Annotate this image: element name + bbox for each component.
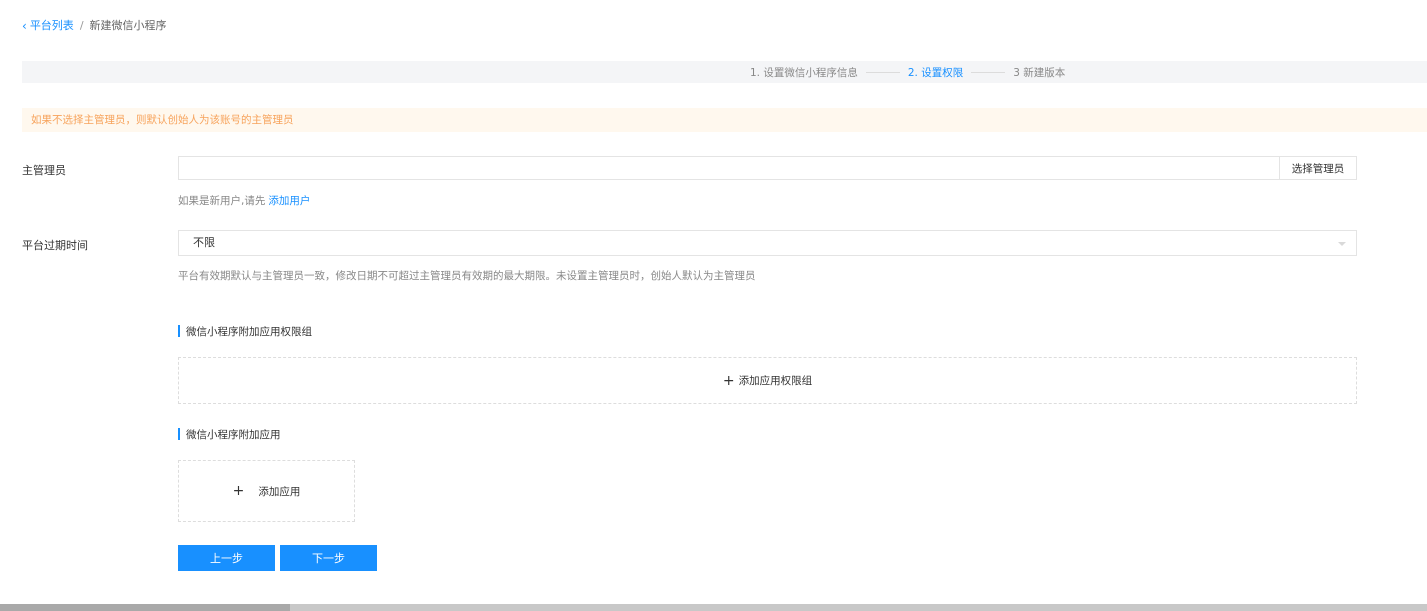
plus-icon: +	[722, 372, 735, 389]
plus-icon: +	[232, 483, 245, 499]
expiry-select-value: 不限	[193, 236, 215, 249]
apps-title-text: 微信小程序附加应用	[186, 428, 281, 441]
steps-bar: 1. 设置微信小程序信息 2. 设置权限 3 新建版本	[22, 61, 1427, 83]
section-marker	[178, 325, 180, 337]
add-app-label: 添加应用	[258, 485, 301, 498]
add-app-button[interactable]: + 添加应用	[178, 460, 355, 522]
permission-group-title: 微信小程序附加应用权限组	[178, 324, 312, 338]
expiry-label: 平台过期时间	[22, 239, 88, 252]
section-marker	[178, 428, 180, 440]
add-permission-group-button[interactable]: + 添加应用权限组	[178, 357, 1357, 404]
horizontal-scrollbar[interactable]	[0, 604, 1427, 611]
admin-label: 主管理员	[22, 164, 66, 177]
apps-title: 微信小程序附加应用	[178, 427, 281, 441]
warning-alert: 如果不选择主管理员，则默认创始人为该账号的主管理员	[22, 108, 1427, 132]
expiry-select[interactable]: 不限	[178, 230, 1357, 256]
add-permission-group-label: 添加应用权限组	[738, 375, 813, 387]
chevron-left-icon: ‹	[22, 19, 27, 33]
breadcrumb: ‹ 平台列表 / 新建微信小程序	[22, 18, 167, 34]
step-divider	[865, 71, 900, 73]
expiry-hint: 平台有效期默认与主管理员一致，修改日期不可超过主管理员有效期的最大期限。未设置主…	[178, 270, 756, 282]
caret-down-icon	[1338, 242, 1346, 246]
step-2: 2. 设置权限	[907, 66, 964, 79]
prev-button[interactable]: 上一步	[178, 545, 275, 571]
step-3: 3 新建版本	[1013, 66, 1066, 79]
admin-input[interactable]	[178, 156, 1280, 180]
warning-text: 如果不选择主管理员，则默认创始人为该账号的主管理员	[31, 114, 294, 126]
next-button[interactable]: 下一步	[280, 545, 377, 571]
breadcrumb-current: 新建微信小程序	[89, 19, 167, 32]
breadcrumb-back-label: 平台列表	[29, 19, 74, 32]
admin-hint-text: 如果是新用户,请先	[178, 195, 266, 207]
step-1: 1. 设置微信小程序信息	[750, 66, 858, 79]
step-divider	[971, 71, 1006, 73]
breadcrumb-back-link[interactable]: ‹ 平台列表	[22, 18, 74, 34]
scrollbar-thumb[interactable]	[0, 604, 290, 611]
admin-hint: 如果是新用户,请先 添加用户	[178, 193, 310, 208]
permission-group-title-text: 微信小程序附加应用权限组	[186, 325, 312, 338]
add-user-link[interactable]: 添加用户	[268, 195, 310, 207]
breadcrumb-separator: /	[79, 19, 84, 32]
select-admin-button[interactable]: 选择管理员	[1279, 156, 1357, 180]
